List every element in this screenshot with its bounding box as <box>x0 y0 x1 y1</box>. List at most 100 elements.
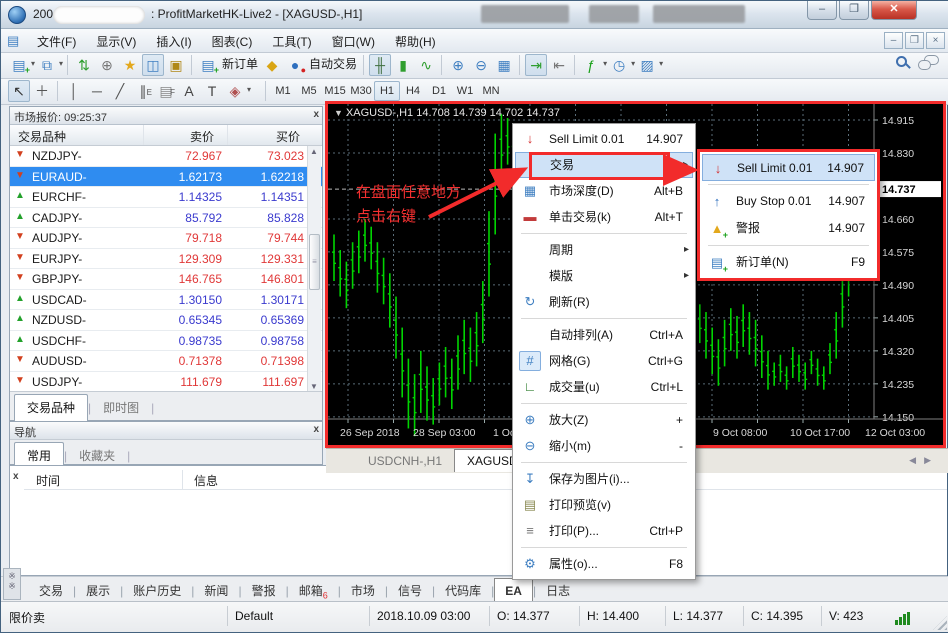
profiles-button[interactable]: ⧉ <box>36 54 58 76</box>
autotrading-label[interactable]: 自动交易 <box>309 53 357 75</box>
indicators-button[interactable]: ƒ <box>580 54 602 76</box>
menu-item-5[interactable]: 窗口(W) <box>322 29 385 54</box>
terminal-tab-7[interactable]: 信号 <box>388 577 432 603</box>
new-chart-button[interactable]: ▤+ <box>8 54 30 76</box>
tab-scroll-arrows-icon[interactable]: ◀▶ <box>909 455 939 466</box>
arrow-objects-button[interactable]: ◈ <box>224 80 246 102</box>
restore-button[interactable]: ❐ <box>839 1 869 20</box>
chart-shift-button[interactable]: ⇤ <box>548 54 570 76</box>
market-watch-row-usdjpy[interactable]: ▼USDJPY-111.679111.697 <box>10 372 322 393</box>
menu-item-3[interactable]: 图表(C) <box>202 29 263 54</box>
favorites-button[interactable]: ★ <box>119 54 141 76</box>
timeframe-m15-button[interactable]: M15 <box>322 81 348 101</box>
menu-item-4[interactable]: 工具(T) <box>262 29 321 54</box>
market-watch-row-euraud[interactable]: ▼EURAUD-1.621731.62218 <box>10 167 322 188</box>
close-panel-icon[interactable]: x <box>313 109 319 120</box>
timeframe-mn-button[interactable]: MN <box>478 81 504 101</box>
context-menu-item-print-preview[interactable]: ▤打印预览(v) <box>515 492 693 518</box>
context-menu-item-trade[interactable]: 交易▸ <box>515 152 693 178</box>
market-watch-row-eurchf[interactable]: ▲EURCHF-1.143251.14351 <box>10 187 322 208</box>
column-ask[interactable]: 买价 <box>276 128 300 145</box>
timeframe-d1-button[interactable]: D1 <box>426 81 452 101</box>
text-button[interactable]: A <box>178 80 200 102</box>
menu-item-0[interactable]: 文件(F) <box>27 29 86 54</box>
context-menu-item-one-click-trading[interactable]: ▬单击交易(k)Alt+T <box>515 204 693 230</box>
terminal-tab-1[interactable]: 展示 <box>76 577 120 603</box>
close-panel-icon[interactable]: x <box>313 424 319 435</box>
trade-submenu-item-sell-limit[interactable]: ↓Sell Limit 0.0114.907 <box>702 154 875 181</box>
trade-submenu-item-new-order[interactable]: ▤+新订单(N)F9 <box>702 249 875 276</box>
search-icon[interactable] <box>896 56 907 67</box>
market-watch-row-audusd[interactable]: ▼AUDUSD-0.713780.71398 <box>10 351 322 372</box>
terminal-tab-0[interactable]: 交易 <box>29 577 73 603</box>
candlestick-mode-button[interactable]: ▮ <box>392 54 414 76</box>
dropdown-caret-icon[interactable]: ▾ <box>631 53 635 75</box>
trade-submenu-item-buy-stop[interactable]: ↑Buy Stop 0.0114.907 <box>702 188 875 215</box>
market-watch-scrollbar[interactable]: ▲ ≡ ▼ <box>307 146 321 392</box>
vertical-line-button[interactable]: │ <box>63 80 85 102</box>
menu-item-6[interactable]: 帮助(H) <box>385 29 446 54</box>
scroll-up-icon[interactable]: ▲ <box>310 147 318 156</box>
dropdown-caret-icon[interactable]: ▾ <box>247 79 251 101</box>
scroll-down-icon[interactable]: ▼ <box>310 382 318 391</box>
new-order-button[interactable]: ▤+ <box>197 54 219 76</box>
column-time[interactable]: 时间 <box>36 472 60 489</box>
context-menu-item-print[interactable]: ≡打印(P)...Ctrl+P <box>515 518 693 544</box>
context-menu-item-timeframes[interactable]: 周期▸ <box>515 237 693 263</box>
market-watch-tab-1[interactable]: 即时图 <box>91 395 151 421</box>
market-watch-row-usdcad[interactable]: ▲USDCAD-1.301501.30171 <box>10 290 322 311</box>
period-selector-button[interactable]: ◷ <box>608 54 630 76</box>
context-menu-item-depth-of-market[interactable]: ▦市场深度(D)Alt+B <box>515 178 693 204</box>
mdi-restore-button[interactable]: ❐ <box>905 32 924 49</box>
terminal-tab-2[interactable]: 账户历史 <box>123 577 191 603</box>
close-terminal-icon[interactable]: x <box>13 471 19 482</box>
market-watch-row-eurjpy[interactable]: ▼EURJPY-129.309129.331 <box>10 249 322 270</box>
market-watch-row-audjpy[interactable]: ▼AUDJPY-79.71879.744 <box>10 228 322 249</box>
timeframe-m30-button[interactable]: M30 <box>348 81 374 101</box>
bar-chart-mode-button[interactable]: ╫ <box>369 54 391 76</box>
dropdown-caret-icon[interactable]: ▾ <box>59 53 63 75</box>
terminal-tab-ea[interactable]: EA <box>494 578 533 602</box>
terminal-tab-6[interactable]: 市场 <box>341 577 385 603</box>
close-button[interactable]: ✕ <box>871 1 917 20</box>
terminal-tab-10[interactable]: 日志 <box>536 577 580 603</box>
autotrading-button[interactable]: ●● <box>284 54 306 76</box>
column-message[interactable]: 信息 <box>194 472 218 489</box>
mdi-minimize-button[interactable]: – <box>884 32 903 49</box>
menu-item-1[interactable]: 显示(V) <box>86 29 146 54</box>
timeframe-w1-button[interactable]: W1 <box>452 81 478 101</box>
chart-tab-0[interactable]: USDCNH-,H1 <box>356 450 454 472</box>
metaeditor-button[interactable]: ◆ <box>261 54 283 76</box>
text-label-button[interactable]: T <box>201 80 223 102</box>
dropdown-caret-icon[interactable]: ▾ <box>603 53 607 75</box>
context-menu-item-auto-arrange[interactable]: 自动排列(A)Ctrl+A <box>515 322 693 348</box>
context-menu-item-refresh[interactable]: ↻刷新(R) <box>515 289 693 315</box>
context-menu-item-properties[interactable]: ⚙属性(o)...F8 <box>515 551 693 577</box>
preview-window-button[interactable]: ▣ <box>165 54 187 76</box>
context-menu-item-templates[interactable]: 模版▸ <box>515 263 693 289</box>
tile-windows-button[interactable]: ▦ <box>493 54 515 76</box>
tick-chart-button[interactable]: ⇅ <box>73 54 95 76</box>
column-symbol[interactable]: 交易品种 <box>18 128 66 145</box>
template-selector-button[interactable]: ▨ <box>636 54 658 76</box>
market-watch-row-gbpjpy[interactable]: ▼GBPJPY-146.765146.801 <box>10 269 322 290</box>
terminal-tab-3[interactable]: 新闻 <box>194 577 238 603</box>
context-menu-item-volumes[interactable]: ∟成交量(u)Ctrl+L <box>515 374 693 400</box>
trade-submenu-item-alert[interactable]: ▲+警报14.907 <box>702 215 875 242</box>
context-menu-item-grid[interactable]: #网格(G)Ctrl+G <box>515 348 693 374</box>
timeframe-m5-button[interactable]: M5 <box>296 81 322 101</box>
docked-tab[interactable]: ※※ <box>3 568 21 600</box>
market-watch-row-usdchf[interactable]: ▲USDCHF-0.987350.98758 <box>10 331 322 352</box>
crosshair-button[interactable]: ＋ <box>31 80 53 102</box>
minimize-button[interactable]: – <box>807 1 837 20</box>
market-watch-row-nzdjpy[interactable]: ▼NZDJPY-72.96773.023 <box>10 146 322 167</box>
dropdown-caret-icon[interactable]: ▾ <box>659 53 663 75</box>
terminal-tab-8[interactable]: 代码库 <box>435 577 491 603</box>
timeframe-m1-button[interactable]: M1 <box>270 81 296 101</box>
fibonacci-retracement-button[interactable]: ▤F <box>155 80 177 102</box>
market-watch-button[interactable]: ◫ <box>142 54 164 76</box>
resize-grip[interactable] <box>933 616 947 630</box>
chevron-down-icon[interactable]: ▼ <box>334 108 343 118</box>
context-menu-item-sell-limit[interactable]: ↓Sell Limit 0.0114.907 <box>515 126 693 152</box>
new-order-label[interactable]: 新订单 <box>222 53 258 75</box>
